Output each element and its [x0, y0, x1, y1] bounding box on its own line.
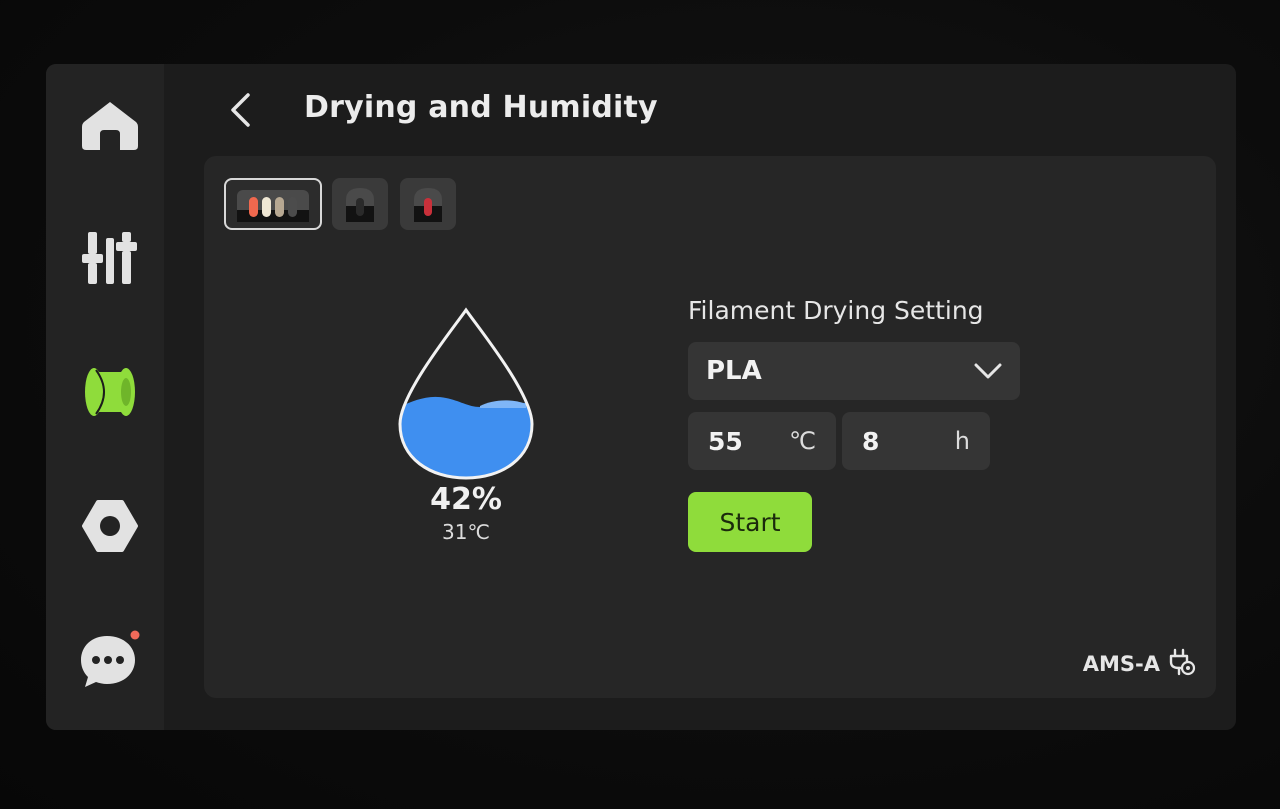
material-select[interactable]: PLA: [688, 342, 1020, 400]
sidebar: [46, 64, 164, 730]
drying-temperature-value: 55: [708, 426, 743, 456]
material-select-value: PLA: [706, 356, 762, 386]
home-icon: [82, 102, 138, 150]
power-plug-icon: [1169, 648, 1196, 676]
chevron-left-icon: [231, 93, 250, 127]
slot-tab-external-1[interactable]: [332, 178, 388, 230]
external-slot-icon: [346, 188, 374, 222]
slot-tab-external-2[interactable]: [400, 178, 456, 230]
chevron-down-icon: [974, 363, 1002, 379]
chamber-temperature: 31℃: [442, 520, 490, 544]
water-drop-icon: [398, 307, 534, 480]
sliders-icon: [82, 232, 137, 284]
drying-time-field[interactable]: 8 h: [842, 412, 990, 470]
nav-controls[interactable]: [70, 218, 150, 298]
nav-messages[interactable]: [70, 620, 150, 700]
drying-temperature-field[interactable]: 55 ℃: [688, 412, 836, 470]
chat-bubble-icon: [81, 630, 140, 687]
drying-setting-title: Filament Drying Setting: [688, 296, 984, 325]
drying-panel: 42% 31℃ Filament Drying Setting PLA 55 ℃…: [204, 156, 1216, 698]
nav-home[interactable]: [70, 86, 150, 166]
ams-unit-icon: [237, 190, 309, 222]
start-button[interactable]: Start: [688, 492, 812, 552]
drying-temperature-unit: ℃: [789, 427, 816, 455]
nav-filament[interactable]: [70, 352, 150, 432]
drying-time-value: 8: [862, 426, 880, 456]
external-slot-icon: [414, 188, 442, 222]
ams-label: AMS-A: [1082, 652, 1160, 676]
humidity-drop: [396, 306, 536, 481]
page-title: Drying and Humidity: [304, 90, 658, 125]
drying-time-unit: h: [954, 427, 970, 455]
humidity-value: 42%: [430, 482, 502, 517]
slot-tab-ams[interactable]: [224, 178, 322, 230]
filament-spool-icon: [85, 368, 135, 416]
nav-settings[interactable]: [70, 486, 150, 566]
back-button[interactable]: [218, 88, 262, 132]
hex-nut-settings-icon: [82, 500, 138, 552]
notification-badge: [130, 630, 140, 640]
screen: Drying and Humidity 42% 31℃ Filament Dry…: [46, 64, 1236, 730]
